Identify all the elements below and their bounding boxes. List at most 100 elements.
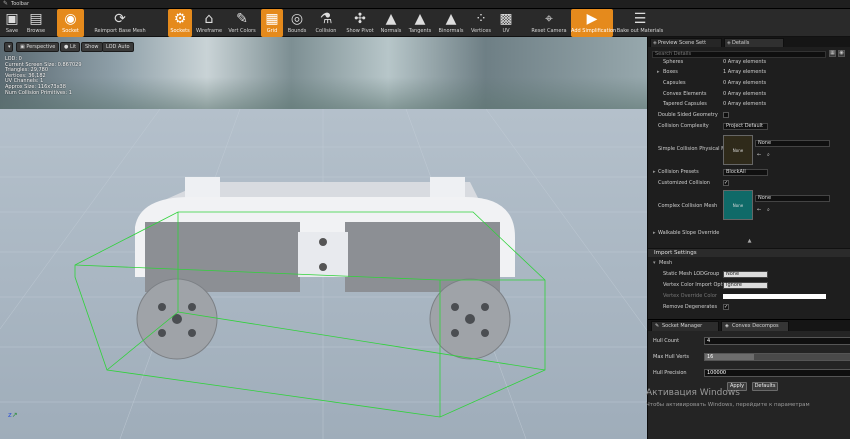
collision-complexity-select[interactable]: Project Default [723, 123, 768, 130]
binormals-button[interactable]: ▲ Binormals [436, 9, 466, 37]
tab-icon: ◈ [653, 40, 657, 46]
lod-group-select[interactable]: None [723, 271, 768, 278]
wheel-hole [451, 303, 459, 311]
vertex-color-select[interactable]: Ignore [723, 282, 768, 289]
bounds-button[interactable]: ◎ Bounds [285, 9, 309, 37]
tangents-button[interactable]: ▲ Tangents [406, 9, 434, 37]
expand-icon[interactable]: ▸ [653, 167, 656, 177]
wheel-hole [158, 329, 166, 337]
show-pivot-button[interactable]: ✣ Show Pivot [344, 9, 376, 37]
wheel-hole [465, 314, 475, 324]
sockets-button[interactable]: ⚙ Sockets [168, 9, 192, 37]
hull-count-input[interactable]: 4 [704, 337, 850, 345]
prop-row: Capsules 0 Array elements [663, 80, 767, 86]
double-sided-checkbox[interactable] [723, 112, 729, 118]
complex-mesh-select[interactable]: None [755, 195, 830, 202]
save-icon: ▣ [5, 11, 19, 27]
mesh-category-row[interactable]: ▾ Mesh [648, 258, 850, 268]
stat-line: Num Collision Primitives: 1 [5, 89, 72, 96]
arrow-left-icon[interactable]: ← [757, 150, 761, 160]
viewport-stats: LOD: 0 Current Screen Size: 0.867029 Tri… [5, 56, 125, 96]
remove-degenerates-checkbox[interactable]: ✓ [723, 304, 729, 310]
show-button[interactable]: Show [81, 42, 103, 52]
physmat-select[interactable]: None [755, 140, 830, 147]
bake-icon: ☰ [633, 11, 647, 27]
socket-button[interactable]: ◉ Socket [57, 9, 84, 37]
viewport-menu-button[interactable]: ▾ [4, 42, 13, 52]
complex-mesh-thumbnail[interactable]: None [723, 190, 753, 220]
grid-button[interactable]: ▦ Grid [261, 9, 283, 37]
walkable-row[interactable]: ▸ Walkable Slope Override [648, 228, 850, 238]
vertices-button[interactable]: ⁘ Vertices [468, 9, 494, 37]
bottom-tabbar: ✎ Socket Manager ◈ Convex Decompos [648, 320, 850, 331]
vert-colors-icon: ✎ [236, 11, 248, 27]
expand-icon[interactable]: ▸ [657, 67, 660, 77]
tab-details[interactable]: ◈ Details [724, 38, 784, 47]
defaults-button[interactable]: Defaults [752, 382, 778, 391]
double-sided-row: Double Sided Geometry [658, 112, 718, 118]
browse-icon[interactable]: ⌕ [767, 150, 770, 160]
tab-convex-decomposition[interactable]: ◈ Convex Decompos [721, 321, 789, 331]
socket-tab-icon: ✎ [655, 323, 660, 329]
reset-camera-button[interactable]: ⌖ Reset Camera [530, 9, 568, 37]
browse-icon[interactable]: ⌕ [767, 205, 770, 215]
normals-icon: ▲ [385, 11, 397, 27]
reset-camera-icon: ⌖ [545, 11, 553, 27]
physmat-actions: ← ⌕ [755, 150, 775, 160]
import-settings-header[interactable]: Import Settings [648, 248, 850, 257]
remove-degenerates-row: Remove Degenerates [663, 304, 718, 310]
tab-preview-scene[interactable]: ◈ Preview Scene Sett [650, 38, 722, 47]
viewport[interactable]: ▾ ▣ Perspective ● Lit Show LOD Auto LOD:… [0, 37, 647, 439]
prop-row: Tapered Capsules 0 Array elements [663, 101, 767, 107]
expand-icon[interactable]: ▾ [653, 258, 656, 268]
arrow-left-icon[interactable]: ← [757, 205, 761, 215]
hull-precision-input[interactable]: 100000 [704, 369, 850, 377]
mesh-bolt [319, 238, 327, 246]
details-tabbar: ◈ Preview Scene Sett ◈ Details [648, 37, 850, 47]
perspective-button[interactable]: ▣ Perspective [16, 42, 60, 52]
lod-button[interactable]: LOD Auto [102, 42, 134, 52]
collapse-arrow-icon[interactable]: ▲ [648, 238, 850, 244]
eye-icon[interactable]: ◉ [838, 50, 845, 57]
binormals-icon: ▲ [445, 11, 457, 27]
save-button[interactable]: ▣ Save [2, 9, 22, 37]
customized-collision-checkbox[interactable]: ✓ [723, 180, 729, 186]
grid-view-icon[interactable]: ▦ [829, 50, 836, 57]
vertices-icon: ⁘ [475, 11, 487, 27]
toolbar-tab-icon: ✎ [3, 0, 9, 7]
windows-activation-text: Чтобы активировать Windows, перейдите к … [646, 402, 810, 408]
wheel-hole [158, 303, 166, 311]
lit-button[interactable]: ● Lit [60, 42, 81, 52]
browse-icon: ▤ [29, 11, 43, 27]
viewport-scene [0, 108, 647, 439]
hull-count-label: Hull Count [653, 338, 680, 344]
sockets-icon: ⚙ [173, 11, 187, 27]
bake-materials-button[interactable]: ☰ Bake out Materials [615, 9, 665, 37]
windows-activation-title: Активация Windows [646, 388, 740, 398]
simplify-icon: ▶ [586, 11, 598, 27]
window-titlebar: ✎ Toolbar [0, 0, 850, 9]
max-hull-verts-slider[interactable]: 16 [704, 353, 850, 361]
normals-button[interactable]: ▲ Normals [378, 9, 404, 37]
convex-decomposition-panel: ✎ Socket Manager ◈ Convex Decompos Hull Co… [648, 319, 850, 439]
collision-presets-select[interactable]: BlockAll [723, 169, 768, 176]
expand-icon[interactable]: ▸ [653, 228, 656, 238]
grid-icon: ▦ [265, 11, 279, 27]
add-simplification-button[interactable]: ▶ Add Simplification [571, 9, 616, 37]
browse-button[interactable]: ▤ Browse [24, 9, 48, 37]
tab-socket-manager[interactable]: ✎ Socket Manager [651, 321, 719, 331]
prop-row[interactable]: ▸ Boxes 1 Array elements [648, 67, 850, 77]
wireframe-button[interactable]: ⌂ Wireframe [195, 9, 223, 37]
uv-button[interactable]: ▩ UV [496, 9, 516, 37]
vertex-override-color-swatch[interactable] [723, 294, 826, 299]
reimport-button[interactable]: ⟳ Reimport Base Mesh [92, 9, 148, 37]
window-title: Toolbar [11, 1, 30, 7]
main-toolbar: ▣ Save ▤ Browse ◉ Socket ⟳ Reimport Base Mes… [0, 9, 850, 37]
collision-button[interactable]: ⚗ Collision [310, 9, 342, 37]
prop-row: Spheres 0 Array elements [663, 59, 767, 65]
vert-colors-button[interactable]: ✎ Vert Colors [227, 9, 257, 37]
physmat-thumbnail[interactable]: None [723, 135, 753, 165]
prop-row: Convex Elements 0 Array elements [663, 91, 767, 97]
wheel-hole [481, 329, 489, 337]
complex-mesh-actions: ← ⌕ [755, 205, 775, 215]
